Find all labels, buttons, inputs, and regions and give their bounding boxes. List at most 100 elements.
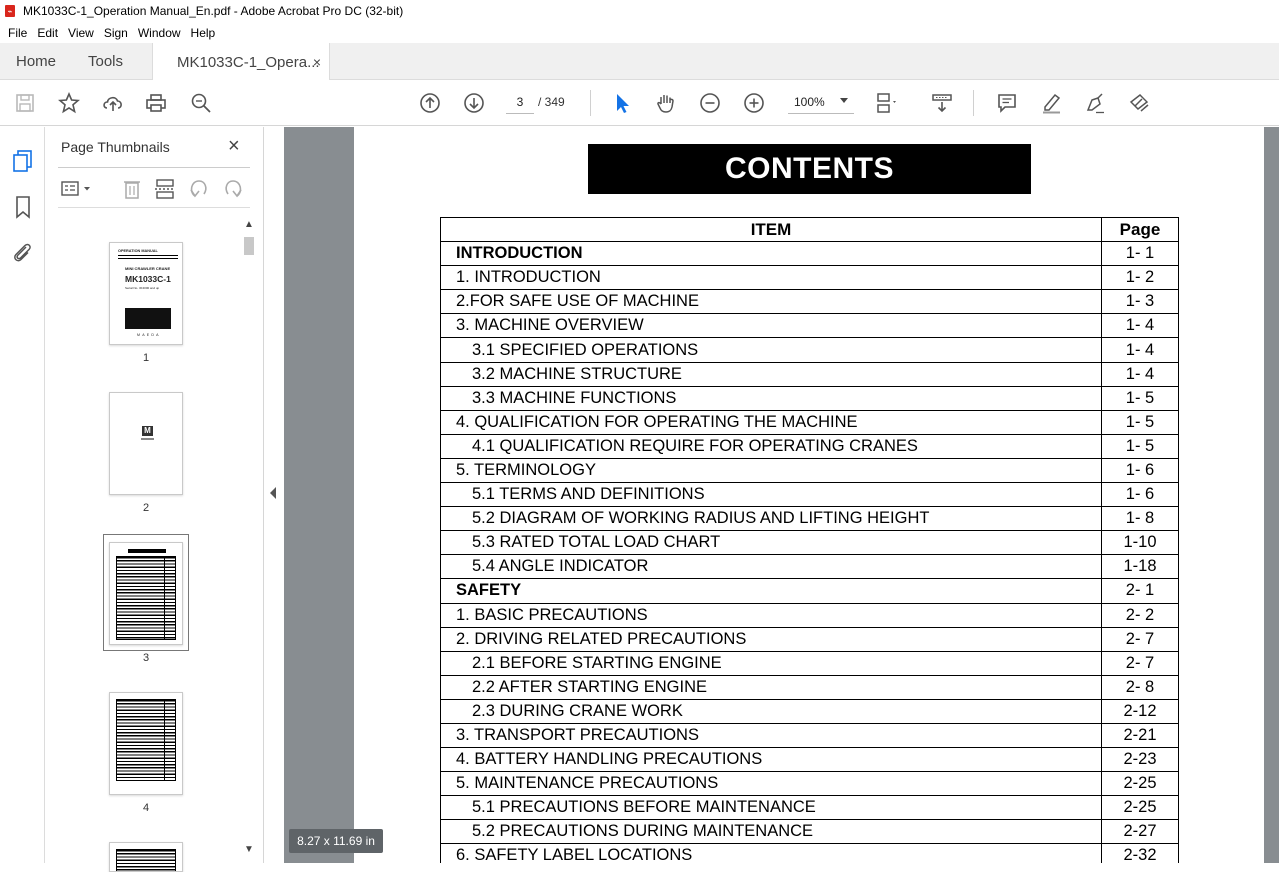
toc-item: 3.2 MACHINE STRUCTURE [440, 361, 1102, 387]
scroll-mode-icon[interactable] [930, 91, 954, 115]
toc-page: 1-18 [1101, 554, 1179, 580]
toc-page: 2- 2 [1101, 602, 1179, 628]
page-thumbnails-icon[interactable] [11, 149, 35, 173]
attachments-icon[interactable] [11, 241, 35, 265]
rotate-right-icon[interactable] [221, 177, 245, 201]
main-toolbar [0, 80, 1279, 126]
select-cursor-icon[interactable] [610, 91, 634, 115]
menu-help[interactable]: Help [191, 26, 216, 40]
page-column-header: Page [1101, 216, 1179, 243]
toc-item: 5. MAINTENANCE PRECAUTIONS [440, 771, 1102, 797]
hand-tool-icon[interactable] [654, 91, 678, 115]
toc-row: 5.3 RATED TOTAL LOAD CHART 1-10 [440, 530, 1179, 556]
chevron-down-icon [840, 98, 848, 103]
maeda-logo: M [142, 426, 153, 436]
thumb-warning-box [125, 308, 171, 329]
insert-page-icon[interactable] [153, 177, 177, 201]
upload-cloud-icon[interactable] [101, 91, 125, 115]
page-thumbnail-2[interactable]: M [109, 392, 183, 495]
options-menu-icon[interactable] [60, 177, 90, 201]
thumb-heading-bar [128, 549, 166, 553]
comment-icon[interactable] [995, 91, 1019, 115]
page-number-input[interactable]: 3 [506, 90, 534, 114]
thumb-subtitle: MINI CRAWLER CRANE [125, 266, 171, 271]
redact-icon[interactable] [1127, 91, 1151, 115]
zoom-in-icon[interactable] [742, 91, 766, 115]
page-thumbnail-4[interactable] [109, 692, 183, 795]
menu-window[interactable]: Window [138, 26, 181, 40]
toc-page: 2-23 [1101, 747, 1179, 773]
toc-page: 2-32 [1101, 843, 1179, 863]
page-thumbnail-3[interactable] [109, 542, 183, 645]
toc-item: 1. BASIC PRECAUTIONS [440, 602, 1102, 628]
panel-collapse-handle[interactable] [264, 127, 284, 863]
toc-item: 5. TERMINOLOGY [440, 457, 1102, 484]
menu-sign[interactable]: Sign [104, 26, 128, 40]
contents-heading: CONTENTS [588, 144, 1031, 194]
delete-page-icon[interactable] [120, 177, 144, 201]
menu-view[interactable]: View [68, 26, 94, 40]
toc-row: 5.1 TERMS AND DEFINITIONS 1- 6 [440, 482, 1179, 508]
toc-item: 5.3 RATED TOTAL LOAD CHART [440, 530, 1102, 556]
menu-file[interactable]: File [8, 26, 27, 40]
thumb-toc-table [116, 699, 176, 781]
tab-tools[interactable]: Tools [88, 43, 123, 80]
toc-item: 5.2 DIAGRAM OF WORKING RADIUS AND LIFTIN… [440, 506, 1102, 532]
thumb-toc-table [116, 556, 176, 640]
thumb-serial: Serial No. 3F4000 and up [125, 286, 160, 290]
highlight-pen-icon[interactable] [1039, 91, 1063, 115]
toc-page: 2- 7 [1101, 626, 1179, 652]
menu-bar: File Edit View Sign Window Help [0, 22, 1279, 43]
tab-home[interactable]: Home [16, 43, 56, 80]
toc-page: 2-12 [1101, 698, 1179, 724]
toc-page: 2- 8 [1101, 674, 1179, 700]
scroll-down-icon[interactable]: ▼ [244, 844, 254, 855]
rotate-left-icon[interactable] [187, 177, 211, 201]
tab-bar: Home Tools MK1033C-1_Opera... × [0, 43, 1279, 81]
toc-item: 5.2 PRECAUTIONS DURING MAINTENANCE [440, 819, 1102, 845]
menu-edit[interactable]: Edit [37, 26, 58, 40]
zoom-out-icon[interactable] [698, 91, 722, 115]
toc-row: 3.1 SPECIFIED OPERATIONS 1- 4 [440, 337, 1179, 363]
tab-document[interactable]: MK1033C-1_Opera... × [152, 43, 330, 81]
toc-row: 2.FOR SAFE USE OF MACHINE 1- 3 [440, 289, 1179, 315]
search-zoom-icon[interactable] [189, 91, 213, 115]
toc-row: 5. TERMINOLOGY 1- 6 [440, 457, 1179, 484]
panel-title: Page Thumbnails [61, 139, 170, 155]
tab-close-icon[interactable]: × [313, 54, 321, 70]
toc-item: 3. MACHINE OVERVIEW [440, 313, 1102, 339]
toc-row: 3. MACHINE OVERVIEW 1- 4 [440, 313, 1179, 339]
toc-table: ITEM Page INTRODUCTION 1- 1 1. INTRODUCTIO… [440, 216, 1179, 863]
toc-page: 1- 5 [1101, 433, 1179, 459]
thumb-header-text: OPERATION MANUAL [118, 249, 158, 253]
toc-page: 1- 4 [1101, 313, 1179, 339]
print-icon[interactable] [144, 91, 168, 115]
page-thumbnail-5[interactable] [109, 842, 183, 872]
toolbar-divider [590, 90, 591, 116]
draw-sign-icon[interactable] [1083, 91, 1107, 115]
toc-page: 1- 5 [1101, 409, 1179, 435]
close-panel-icon[interactable]: × [228, 135, 240, 158]
next-page-icon[interactable] [462, 91, 486, 115]
scroll-up-icon[interactable]: ▲ [244, 219, 254, 230]
toc-item: 3. TRANSPORT PRECAUTIONS [440, 722, 1102, 749]
save-icon[interactable] [13, 91, 37, 115]
thumbnail-scrollbar[interactable]: ▲ ▼ [242, 219, 256, 855]
title-bar: ⌁ MK1033C-1_Operation Manual_En.pdf - Ad… [0, 0, 1279, 22]
document-view[interactable]: CONTENTS ITEM Page INTRODUCTION 1- 1 1. IN… [284, 127, 1279, 863]
toc-item: 3.3 MACHINE FUNCTIONS [440, 385, 1102, 411]
toc-item: 2.2 AFTER STARTING ENGINE [440, 674, 1102, 700]
toc-item: 6. SAFETY LABEL LOCATIONS [440, 843, 1102, 863]
toc-row: 3. TRANSPORT PRECAUTIONS 2-21 [440, 722, 1179, 749]
toc-row: 3.2 MACHINE STRUCTURE 1- 4 [440, 361, 1179, 387]
toc-item: 4. QUALIFICATION FOR OPERATING THE MACHI… [440, 409, 1102, 435]
previous-page-icon[interactable] [418, 91, 442, 115]
scroll-thumb[interactable] [244, 237, 254, 255]
page-fit-icon[interactable] [874, 91, 898, 115]
thumbnails-panel: Page Thumbnails × OPERATION MANUAL MINI … [46, 127, 264, 872]
toc-row: 3.3 MACHINE FUNCTIONS 1- 5 [440, 385, 1179, 411]
zoom-select[interactable]: 100% [788, 90, 854, 114]
bookmark-star-icon[interactable] [57, 91, 81, 115]
page-thumbnail-1[interactable]: OPERATION MANUAL MINI CRAWLER CRANE MK10… [109, 242, 183, 345]
bookmarks-icon[interactable] [11, 195, 35, 219]
